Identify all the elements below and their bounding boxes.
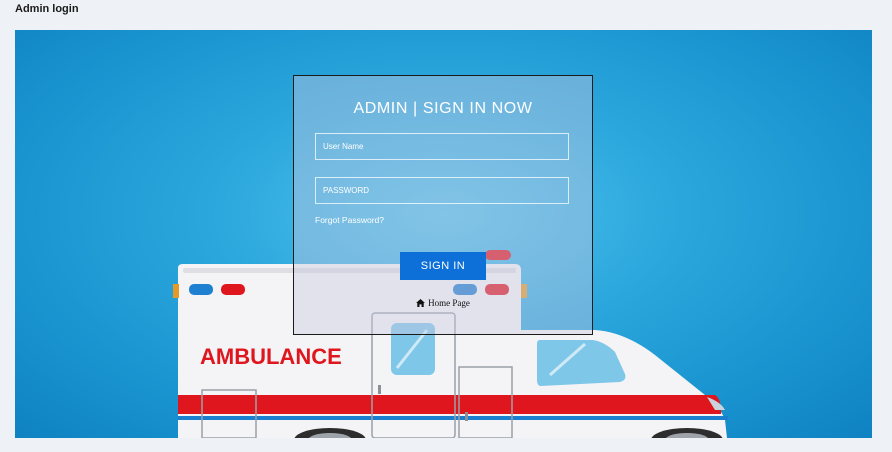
hero-background: AMBULANCE ADMIN | SIGN IN NOW Forgot Pas… — [15, 30, 872, 438]
login-title: ADMIN | SIGN IN NOW — [353, 100, 533, 117]
ambulance-text: AMBULANCE — [200, 344, 342, 369]
home-page-link[interactable]: Home Page — [294, 298, 592, 308]
password-input[interactable] — [315, 177, 569, 204]
username-input[interactable] — [315, 133, 569, 160]
sign-in-button[interactable]: SIGN IN — [400, 252, 486, 280]
home-page-label: Home Page — [428, 298, 470, 308]
login-card: ADMIN | SIGN IN NOW Forgot Password? SIG… — [293, 75, 593, 335]
page-title: Admin login — [15, 3, 79, 15]
home-icon — [416, 299, 426, 307]
forgot-password-link[interactable]: Forgot Password? — [315, 215, 384, 225]
